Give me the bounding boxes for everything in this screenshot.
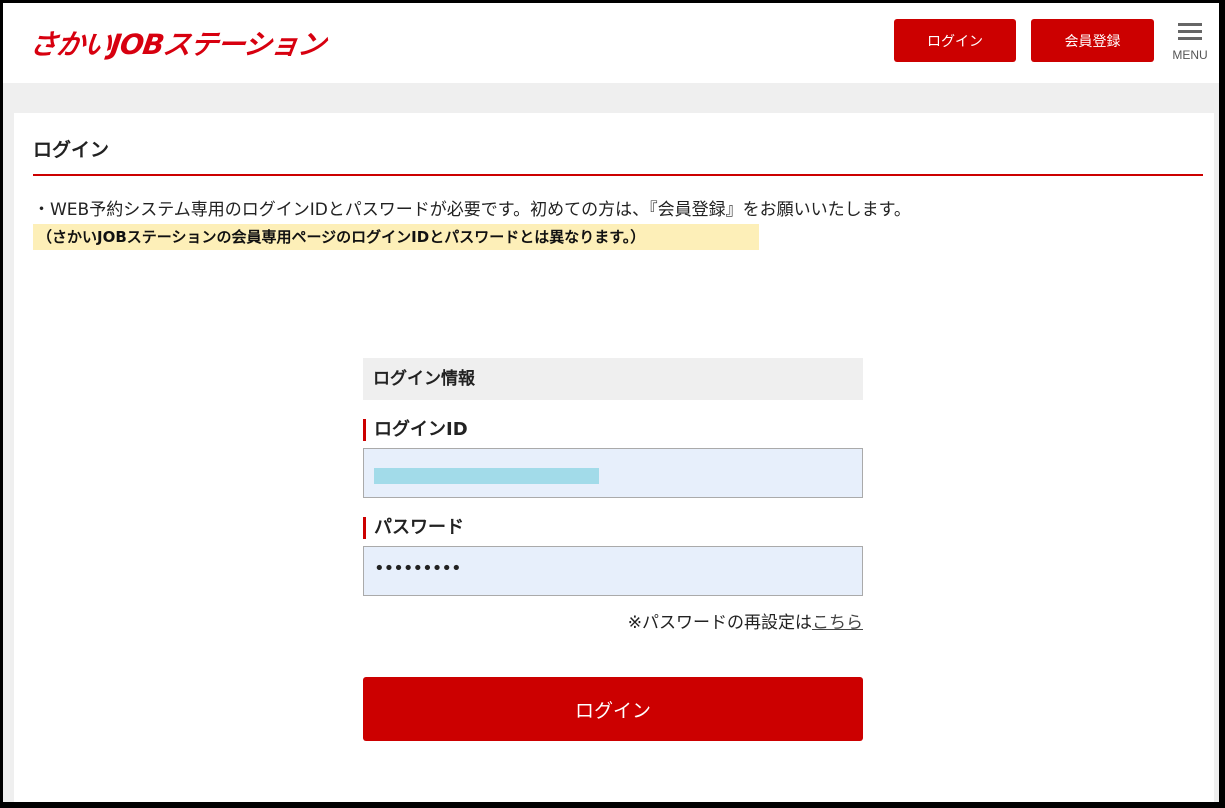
password-reset-row: ※パスワードの再設定はこちら [363,608,863,633]
login-id-masked-value [374,468,599,484]
login-submit-button[interactable]: ログイン [363,677,863,741]
password-reset-text: ※パスワードの再設定は [627,613,812,633]
page-title: ログイン [33,135,1203,176]
notice-highlight: （さかいJOBステーションの会員専用ページのログインIDとパスワードとは異なりま… [33,224,759,250]
site-header: さかいJOBステーション ログイン 会員登録 MENU [3,3,1219,83]
notice-text: ・WEB予約システム専用のログインIDとパスワードが必要です。初めての方は、『会… [33,200,911,220]
menu-button[interactable]: MENU [1170,21,1210,67]
login-form: ログイン情報 ログインID パスワード ••••••••• ※パスワードの再設定… [363,358,863,741]
site-logo[interactable]: さかいJOBステーション [27,23,328,63]
header-login-button[interactable]: ログイン [894,19,1016,62]
password-value: ••••••••• [374,558,462,579]
login-id-label: ログインID [363,419,863,441]
hamburger-menu-icon [1178,21,1202,41]
form-section-title: ログイン情報 [363,358,863,400]
browser-frame: さかいJOBステーション ログイン 会員登録 MENU ログイン ・WEB予約シ… [3,3,1219,802]
password-label: パスワード [363,517,863,539]
header-register-button[interactable]: 会員登録 [1031,19,1154,62]
password-field[interactable]: ••••••••• [363,546,863,596]
content-card: ログイン ・WEB予約システム専用のログインIDとパスワードが必要です。初めての… [14,113,1214,802]
login-id-field[interactable] [363,448,863,498]
menu-label: MENU [1172,48,1208,62]
password-reset-link[interactable]: こちら [812,613,863,633]
